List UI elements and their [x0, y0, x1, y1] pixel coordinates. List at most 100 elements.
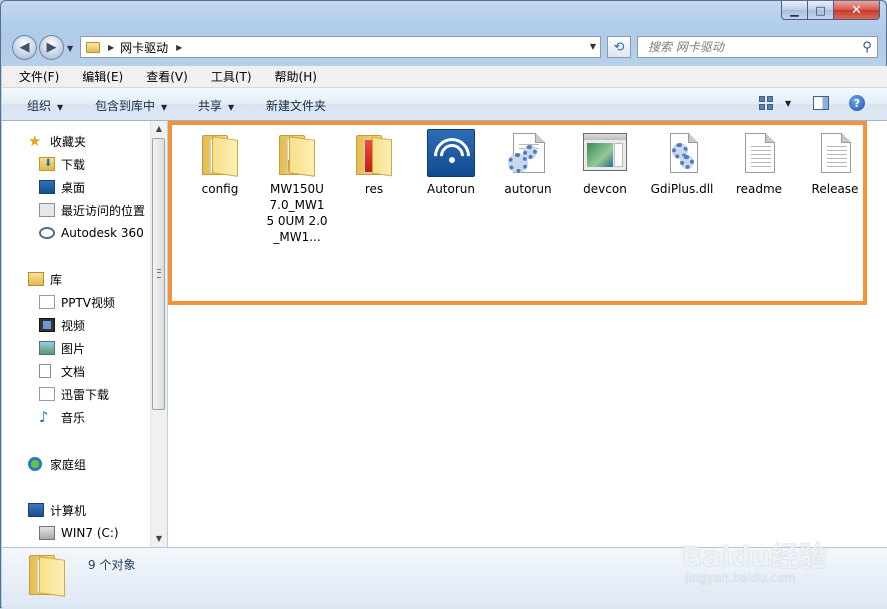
- file-item-devcon[interactable]: devcon: [567, 129, 643, 197]
- menu-view[interactable]: 查看(V): [129, 68, 194, 85]
- nav-item-pptv-video[interactable]: PPTV视频: [39, 292, 150, 312]
- watermark-brand: Baidu经验: [681, 540, 827, 573]
- menu-edit[interactable]: 编辑(E): [65, 68, 129, 85]
- nav-item-music[interactable]: ♪ 音乐: [39, 407, 150, 427]
- file-item-autorun-inf[interactable]: autorun: [490, 129, 566, 197]
- file-name: res: [364, 182, 384, 196]
- folder-with-setup-icon: [273, 129, 321, 177]
- back-button[interactable]: ◀: [12, 35, 37, 60]
- command-bar: 组织 ▼ 包含到库中 ▼ 共享 ▼ 新建文件夹 ▼ ?: [2, 88, 887, 121]
- nav-libraries-label: 库: [50, 272, 63, 287]
- maximize-icon: □: [815, 3, 826, 17]
- picture-icon: [39, 341, 55, 355]
- libraries-icon: [28, 272, 44, 286]
- minimize-button[interactable]: ▁: [781, 1, 808, 20]
- nav-item-desktop[interactable]: 桌面: [39, 177, 150, 197]
- refresh-icon: ⟲: [613, 39, 625, 55]
- include-in-library-button[interactable]: 包含到库中 ▼: [95, 97, 167, 114]
- close-button[interactable]: ✕: [834, 1, 880, 20]
- star-icon: ★: [28, 132, 42, 150]
- nav-computer[interactable]: 计算机: [28, 500, 150, 520]
- nav-item-videos[interactable]: 视频: [39, 315, 150, 335]
- film-icon: [39, 318, 55, 332]
- text-document-icon: [811, 129, 859, 177]
- file-item-config[interactable]: config: [182, 129, 258, 197]
- nav-item-label: WIN7 (C:): [61, 526, 119, 540]
- nav-item-pictures[interactable]: 图片: [39, 338, 150, 358]
- file-item-res[interactable]: res: [336, 129, 412, 197]
- search-icon[interactable]: ⚲: [857, 40, 877, 55]
- forward-button[interactable]: ▶: [39, 35, 64, 60]
- nav-item-drive-c[interactable]: WIN7 (C:): [39, 523, 150, 543]
- file-name: config: [201, 182, 239, 196]
- nav-item-documents[interactable]: 文档: [39, 361, 150, 381]
- nav-item-label: 最近访问的位置: [61, 203, 146, 218]
- nav-item-xunlei-downloads[interactable]: 迅雷下载: [39, 384, 150, 404]
- change-view-button[interactable]: ▼: [759, 96, 791, 110]
- nav-homegroup[interactable]: 家庭组: [28, 454, 150, 474]
- breadcrumb-separator-icon[interactable]: ▶: [108, 43, 114, 52]
- organize-button[interactable]: 组织 ▼: [27, 97, 63, 114]
- share-label: 共享: [198, 99, 223, 113]
- maximize-button[interactable]: □: [808, 1, 834, 20]
- preview-pane-button[interactable]: [813, 96, 829, 110]
- file-item-readme[interactable]: readme: [721, 129, 797, 197]
- nav-favorites-label: 收藏夹: [50, 134, 87, 149]
- nav-computer-label: 计算机: [50, 503, 87, 518]
- navigation-scrollbar[interactable]: ▲ ▼: [150, 121, 167, 547]
- file-name: Release: [811, 182, 859, 196]
- autorun-wireless-icon: [427, 129, 475, 177]
- downloads-folder-icon: ⬇: [39, 157, 55, 171]
- nav-item-recent-places[interactable]: 最近访问的位置: [39, 200, 150, 220]
- scrollbar-thumb[interactable]: [152, 138, 165, 410]
- arrow-right-icon: ▶: [46, 40, 57, 55]
- breadcrumb-item[interactable]: 网卡驱动: [120, 39, 168, 56]
- file-item-autorun-exe[interactable]: Autorun: [413, 129, 489, 197]
- file-name: autorun: [504, 182, 552, 196]
- chevron-down-icon: ▼: [67, 44, 74, 53]
- homegroup-icon: [28, 457, 42, 471]
- dll-gear-icon: [658, 129, 706, 177]
- file-list: config MW150U 7.0_MW15 0UM 2.0_MW1... re…: [168, 121, 887, 547]
- file-item-release[interactable]: Release: [797, 129, 873, 197]
- nav-item-downloads[interactable]: ⬇ 下载: [39, 154, 150, 174]
- address-dropdown-icon[interactable]: ▼: [590, 42, 596, 51]
- nav-item-label: 音乐: [61, 410, 86, 425]
- scroll-up-icon[interactable]: ▲: [151, 121, 167, 137]
- view-grid-icon: [759, 96, 773, 110]
- breadcrumb-separator-icon[interactable]: ▶: [176, 43, 182, 52]
- document-icon: [39, 364, 51, 378]
- chevron-down-icon: ▼: [57, 103, 64, 112]
- search-input[interactable]: [646, 39, 857, 55]
- share-button[interactable]: 共享 ▼: [198, 97, 234, 114]
- menu-tools[interactable]: 工具(T): [194, 68, 258, 85]
- recent-pages-dropdown[interactable]: ▼: [67, 44, 73, 53]
- help-button[interactable]: ?: [849, 95, 865, 111]
- computer-icon: [28, 503, 44, 517]
- file-item-gdiplus-dll[interactable]: GdiPlus.dll: [644, 129, 720, 197]
- organize-label: 组织: [27, 99, 52, 113]
- scroll-down-icon[interactable]: ▼: [151, 531, 167, 547]
- caption-buttons: ▁ □ ✕: [781, 1, 880, 20]
- address-bar[interactable]: ▶ 网卡驱动 ▶ ▼: [80, 36, 601, 58]
- nav-homegroup-label: 家庭组: [50, 457, 87, 472]
- file-item-mw150u[interactable]: MW150U 7.0_MW15 0UM 2.0_MW1...: [259, 129, 335, 245]
- nav-item-autodesk-360[interactable]: Autodesk 360: [39, 223, 150, 243]
- new-folder-label: 新建文件夹: [266, 99, 327, 113]
- recent-places-icon: [39, 203, 55, 217]
- arrow-left-icon: ◀: [19, 40, 30, 55]
- windows-drive-icon: [39, 526, 55, 540]
- refresh-button[interactable]: ⟲: [607, 36, 631, 58]
- file-name: readme: [735, 182, 783, 196]
- search-box: ⚲: [637, 36, 878, 58]
- nav-item-label: Autodesk 360: [61, 226, 144, 240]
- file-name: MW150U 7.0_MW15 0UM 2.0_MW1...: [266, 182, 328, 244]
- nav-favorites[interactable]: ★ 收藏夹: [28, 131, 148, 151]
- new-folder-button[interactable]: 新建文件夹: [266, 97, 326, 114]
- menu-file[interactable]: 文件(F): [2, 68, 65, 85]
- folder-icon: [29, 555, 65, 597]
- menu-help[interactable]: 帮助(H): [258, 68, 323, 85]
- close-icon: ✕: [851, 2, 862, 18]
- nav-libraries[interactable]: 库: [28, 269, 150, 289]
- settings-file-icon: [504, 129, 552, 177]
